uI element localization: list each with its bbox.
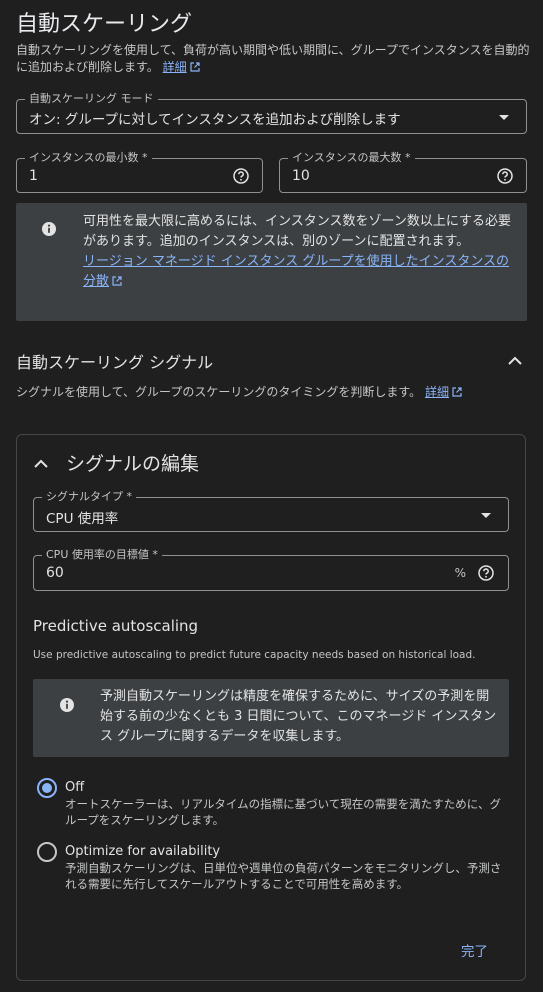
info-text: 可用性を最大限に高めるには、インスタンス数をゾーン数以上にする必要があります。追… [83, 212, 515, 292]
autoscaling-mode-label: 自動スケーリング モード [25, 92, 158, 106]
signal-type-value: CPU 使用率 [46, 511, 119, 527]
option-availability-title: Optimize for availability [65, 844, 221, 859]
external-link-icon [452, 387, 462, 397]
signal-type-label: シグナルタイプ * [42, 490, 136, 504]
cpu-target-field[interactable]: CPU 使用率の目標値 * 60 % [33, 548, 509, 591]
min-instances-value: 1 [29, 168, 38, 184]
predictive-option-off[interactable]: Off オートスケーラーは、リアルタイムの指標に基づいて現在の需要を満たすために… [33, 776, 509, 832]
autoscaling-description-text: 自動スケーリングを使用して、負荷が高い期間や低い期間に、グループでインスタンスを… [16, 43, 530, 74]
predictive-description: Use predictive autoscaling to predict fu… [33, 649, 476, 661]
predictive-info: 予測自動スケーリングは精度を確保するために、サイズの予測を開始する前の少なくとも… [33, 679, 509, 757]
signals-title: 自動スケーリング シグナル [16, 353, 214, 372]
info-icon [60, 698, 74, 712]
max-instances-value: 10 [292, 168, 310, 184]
chevron-down-icon [481, 513, 491, 518]
cpu-target-label: CPU 使用率の目標値 * [42, 548, 162, 562]
cpu-target-value: 60 [46, 565, 64, 581]
done-button[interactable]: 完了 [461, 940, 488, 960]
radio-off[interactable] [37, 778, 57, 798]
instance-distribution-info: 可用性を最大限に高めるには、インスタンス数をゾーン数以上にする必要があります。追… [16, 203, 527, 321]
info-message: 可用性を最大限に高めるには、インスタンス数をゾーン数以上にする必要があります。追… [83, 214, 511, 249]
option-availability-description: 予測自動スケーリングは、日単位や週単位の負荷パターンをモニタリングし、予測される… [65, 861, 502, 891]
autoscaling-mode-select[interactable]: 自動スケーリング モード オン: グループに対してインスタンスを追加および削除し… [16, 92, 527, 134]
edit-signal-title: シグナルの編集 [66, 453, 200, 475]
percent-unit: % [454, 566, 466, 580]
learn-more-link[interactable]: 詳細 [163, 60, 200, 74]
help-icon[interactable] [477, 564, 495, 582]
predictive-option-availability[interactable]: Optimize for availability 予測自動スケーリングは、日単… [33, 840, 509, 896]
signals-description: シグナルを使用して、グループのスケーリングのタイミングを判断します。 詳細 [16, 384, 531, 401]
help-icon[interactable] [232, 167, 250, 185]
max-instances-label: インスタンスの最大数 * [288, 151, 415, 165]
autoscaling-description: 自動スケーリングを使用して、負荷が高い期間や低い期間に、グループでインスタンスを… [16, 42, 531, 76]
predictive-title: Predictive autoscaling [33, 617, 199, 635]
option-off-description: オートスケーラーは、リアルタイムの指標に基づいて現在の需要を満たすために、グルー… [65, 797, 501, 827]
max-instances-field[interactable]: インスタンスの最大数 * 10 [279, 151, 527, 193]
signals-learn-more-link[interactable]: 詳細 [425, 385, 462, 399]
external-link-icon [190, 62, 200, 72]
option-off-title: Off [65, 780, 85, 795]
help-icon[interactable] [496, 167, 514, 185]
min-instances-label: インスタンスの最小数 * [25, 151, 152, 165]
autoscaling-mode-value: オン: グループに対してインスタンスを追加および削除します [29, 112, 401, 128]
signals-description-text: シグナルを使用して、グループのスケーリングのタイミングを判断します。 [16, 385, 422, 399]
predictive-info-text: 予測自動スケーリングは精度を確保するために、サイズの予測を開始する前の少なくとも… [100, 689, 497, 744]
signal-type-select[interactable]: シグナルタイプ * CPU 使用率 [33, 490, 509, 532]
radio-optimize-availability[interactable] [37, 842, 57, 862]
regional-mig-distribution-link[interactable]: リージョン マネージド インスタンス グループを使用したインスタンスの分散 [83, 254, 509, 289]
min-instances-field[interactable]: インスタンスの最小数 * 1 [16, 151, 263, 193]
chevron-up-icon[interactable] [33, 456, 49, 470]
chevron-up-icon[interactable] [506, 353, 524, 367]
info-icon [42, 222, 56, 236]
chevron-down-icon [499, 115, 509, 120]
external-link-icon [112, 276, 122, 286]
page-title: 自動スケーリング [16, 12, 193, 37]
